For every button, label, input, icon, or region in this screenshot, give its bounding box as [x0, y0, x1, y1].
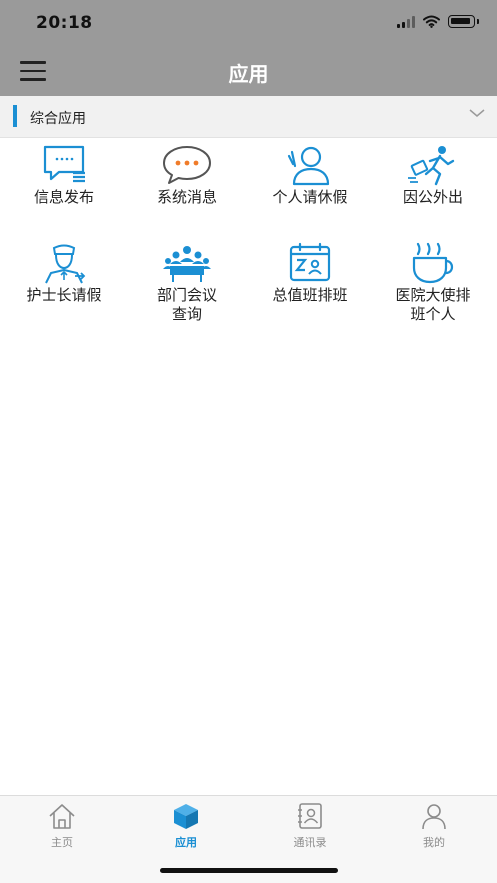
- home-icon: [49, 804, 75, 829]
- app-label-line2: 查询: [171, 305, 202, 323]
- chat-bubble-icon: [163, 146, 211, 184]
- app-label: 因公外出: [402, 188, 463, 206]
- app-label-line1: 医院大使排: [395, 286, 471, 304]
- app-label-line2: 班个人: [410, 305, 456, 323]
- coffee-cup-icon: [412, 242, 454, 284]
- home-indicator: [160, 868, 338, 873]
- section-title: 综合应用: [30, 111, 86, 127]
- app-business-trip[interactable]: 因公外出: [371, 144, 495, 207]
- chevron-down-icon[interactable]: [469, 108, 485, 118]
- app-label: 护士长请假: [26, 286, 102, 304]
- page-title: 应用: [228, 62, 269, 86]
- app-head-nurse-leave[interactable]: 护士长请假: [2, 242, 126, 305]
- tab-label: 主页: [51, 836, 73, 849]
- section-header-general-apps[interactable]: 综合应用: [0, 96, 497, 138]
- person-waving-icon: [287, 146, 330, 186]
- user-icon: [422, 804, 446, 830]
- app-duty-schedule[interactable]: 总值班排班: [248, 242, 372, 305]
- app-personal-leave[interactable]: 个人请休假: [248, 144, 372, 207]
- status-time: 20:18: [36, 13, 93, 33]
- tab-contacts[interactable]: 通讯录: [248, 802, 372, 850]
- status-bar: 20:18: [0, 0, 497, 47]
- app-label: 信息发布: [33, 188, 94, 206]
- app-label-line1: 部门会议: [156, 286, 217, 304]
- app-system-message[interactable]: 系统消息: [125, 144, 249, 207]
- tab-apps[interactable]: 应用: [124, 802, 248, 850]
- battery-icon: [448, 15, 479, 28]
- meeting-icon: [163, 246, 211, 282]
- wifi-icon: [423, 15, 440, 28]
- app-info-publish[interactable]: 信息发布: [2, 144, 126, 207]
- message-board-icon: [43, 145, 85, 183]
- calendar-schedule-icon: [289, 242, 331, 282]
- nurse-icon: [45, 244, 86, 284]
- nav-bar: 应用: [0, 47, 497, 96]
- tab-label: 通讯录: [293, 836, 327, 849]
- app-label: 系统消息: [156, 188, 217, 206]
- app-department-meeting[interactable]: 部门会议 查询: [125, 242, 249, 324]
- app-label: 总值班排班: [272, 286, 348, 304]
- tab-mine[interactable]: 我的: [372, 802, 496, 850]
- tab-label: 应用: [175, 836, 197, 849]
- cellular-signal-icon: [397, 15, 415, 28]
- app-label: 个人请休假: [272, 188, 348, 206]
- tab-label: 我的: [423, 836, 445, 849]
- tab-home[interactable]: 主页: [0, 802, 124, 850]
- section-accent-bar: [13, 105, 17, 127]
- status-icons: [397, 15, 479, 28]
- person-running-briefcase-icon: [408, 146, 455, 186]
- app-ambassador-schedule[interactable]: 医院大使排 班个人: [371, 242, 495, 324]
- contacts-book-icon: [298, 803, 322, 829]
- cube-icon: [174, 804, 198, 829]
